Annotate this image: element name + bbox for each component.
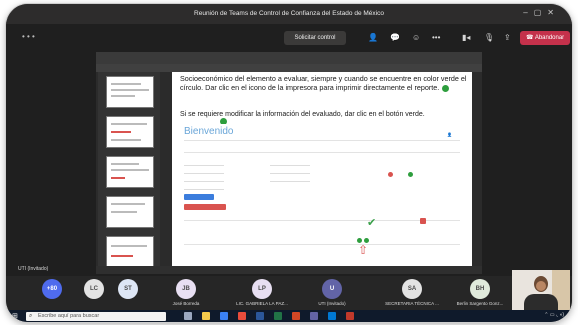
form-field (270, 162, 310, 166)
slide-thumbnail[interactable] (106, 116, 154, 148)
red-button[interactable] (184, 204, 226, 210)
embedded-webpage-screenshot: Bienvenido 👤 ✔ ⇧ (180, 124, 466, 264)
red-status-dot (388, 172, 393, 177)
self-camera-preview (512, 270, 570, 310)
share-icon[interactable]: ⇪ (504, 33, 511, 43)
slide-canvas: Socioeconómico del elemento a evaluar, s… (172, 72, 472, 268)
user-icon: 👤 (447, 132, 452, 137)
avatar: BH (470, 279, 490, 299)
leave-label: Abandonar (534, 35, 565, 41)
participant-tile[interactable]: BH Berlin Sargento Gonz... (450, 278, 510, 310)
powerpoint-icon[interactable] (292, 312, 300, 320)
avatar: SA (402, 279, 422, 299)
meeting-title: Reunión de Teams de Control de Confianza… (194, 10, 384, 17)
shared-app-statusbar (96, 266, 482, 274)
teams-icon[interactable] (310, 312, 318, 320)
participant-tile[interactable]: SA SECRETARIA TÉCNICA ... (382, 278, 442, 310)
form-field (184, 186, 224, 190)
mic-icon[interactable]: 🎙 (484, 33, 494, 43)
edge-icon[interactable] (220, 312, 228, 320)
checkmark-icon: ✔ (367, 217, 377, 229)
divider (184, 220, 460, 221)
avatar: U (322, 279, 342, 299)
print-icon[interactable] (420, 218, 426, 224)
divider (184, 152, 460, 153)
taskbar-search-input[interactable]: ⌕ Escribe aquí para buscar (26, 312, 166, 321)
participant-name: Berlin Sargento Gonz... (456, 301, 504, 306)
more-options-icon[interactable]: • • • (22, 32, 35, 41)
search-placeholder: Escribe aquí para buscar (38, 313, 100, 319)
participant-tile[interactable]: JB José Borreda (156, 278, 216, 310)
participant-name: LIC. GABRIELA LA PAZ... (236, 301, 288, 306)
shared-screen: Socioeconómico del elemento a evaluar, s… (96, 52, 482, 274)
form-field (270, 178, 310, 182)
blue-button[interactable] (184, 194, 214, 200)
chrome-icon[interactable] (238, 312, 246, 320)
leave-button[interactable]: ☎ Abandonar (520, 31, 570, 45)
phone-icon: ☎ (526, 35, 535, 41)
green-status-dot (408, 172, 413, 177)
instruction-text-print: Socioeconómico del elemento a evaluar, s… (180, 74, 468, 92)
avatar: +80 (42, 279, 62, 299)
instruction-edit-label: Si se requiere modificar la información … (180, 111, 425, 118)
reactions-icon[interactable]: ☺ (412, 33, 420, 43)
arrow-up-icon: ⇧ (358, 243, 369, 257)
slide-thumbnail[interactable] (106, 156, 154, 188)
camera-icon[interactable]: ▮◂ (462, 33, 470, 43)
request-control-button[interactable]: Solicitar control (284, 31, 346, 45)
slide-thumbnail[interactable] (106, 76, 154, 108)
shared-app-titlebar (96, 52, 482, 64)
slide-thumbnail[interactable] (106, 196, 154, 228)
participant-tile[interactable]: ST (98, 278, 158, 310)
windows-start-icon[interactable]: ⊞ (12, 312, 18, 320)
avatar: JB (176, 279, 196, 299)
file-explorer-icon[interactable] (202, 312, 210, 320)
teams-title-bar: Reunión de Teams de Control de Confianza… (6, 4, 572, 24)
task-view-icon[interactable] (184, 312, 192, 320)
excel-icon[interactable] (274, 312, 282, 320)
participant-name: UTI (Invitado) (318, 301, 346, 306)
form-field (184, 170, 224, 174)
avatar: ST (118, 279, 138, 299)
meeting-toolbar: • • • Solicitar control 👤 💬 ☺ ••• ▮◂ 🎙 ⇪… (6, 24, 572, 52)
welcome-heading: Bienvenido (184, 126, 234, 137)
form-field (270, 170, 310, 174)
divider (184, 244, 460, 245)
search-icon: ⌕ (29, 313, 33, 319)
slide-thumbnails (98, 72, 160, 270)
word-icon[interactable] (256, 312, 264, 320)
participant-name: SECRETARIA TÉCNICA ... (385, 301, 439, 306)
chat-icon[interactable]: 💬 (390, 33, 400, 43)
outlook-icon[interactable] (328, 312, 336, 320)
shared-app-ribbon (96, 64, 482, 72)
more-actions-icon[interactable]: ••• (432, 33, 440, 43)
system-tray[interactable]: ⌃ ▭ ◟ ◖) (544, 312, 564, 318)
divider (184, 140, 460, 141)
participant-name: José Borreda (172, 301, 200, 306)
presenter-label: UTI (Invitado) (18, 266, 49, 272)
windows-taskbar: ⊞ ⌕ Escribe aquí para buscar ⌃ ▭ ◟ ◖) (6, 310, 572, 322)
form-field (184, 162, 224, 166)
avatar: LP (252, 279, 272, 299)
participant-tile[interactable]: LP LIC. GABRIELA LA PAZ... (232, 278, 292, 310)
form-field (184, 178, 224, 182)
participants-strip: +80 LC ST JB José Borreda LP LIC. GABRIE… (6, 276, 572, 310)
acrobat-icon[interactable] (346, 312, 354, 320)
photo-frame: Reunión de Teams de Control de Confianza… (6, 4, 572, 322)
green-status-icon (442, 84, 450, 92)
slide-thumbnail[interactable] (106, 236, 154, 268)
participant-tile[interactable]: U UTI (Invitado) (302, 278, 362, 310)
people-icon[interactable]: 👤 (368, 33, 378, 43)
window-controls[interactable]: –▢✕ (523, 8, 560, 17)
instruction-print-label: Socioeconómico del elemento a evaluar, s… (180, 74, 467, 92)
